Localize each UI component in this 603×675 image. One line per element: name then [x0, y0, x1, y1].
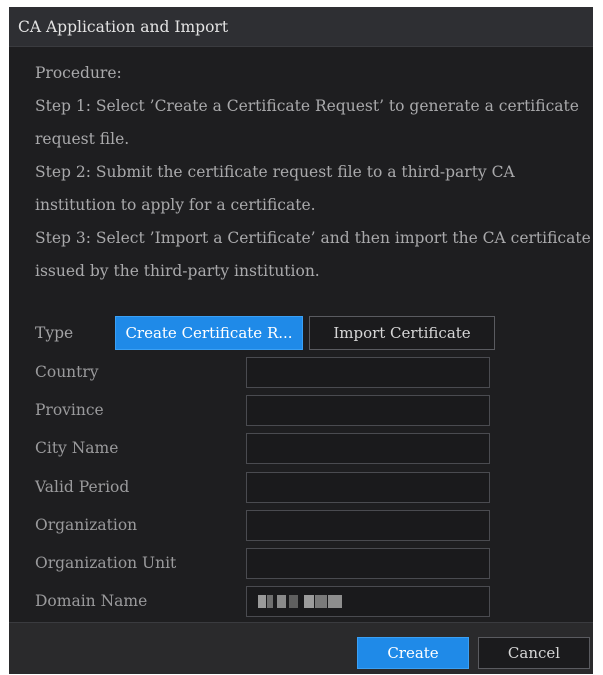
- dialog-title: CA Application and Import: [18, 17, 229, 36]
- country-label: Country: [35, 363, 99, 381]
- procedure-line: request file.: [35, 130, 130, 148]
- domain-name-row: Domain Name: [35, 586, 495, 617]
- organization-unit-row: Organization Unit: [35, 548, 495, 579]
- organization-row: Organization: [35, 510, 495, 541]
- organization-input[interactable]: [246, 510, 490, 541]
- province-input[interactable]: [246, 395, 490, 426]
- province-label: Province: [35, 401, 104, 419]
- domain-name-input[interactable]: [246, 586, 490, 617]
- procedure-text: Procedure: Step 1: Select ’Create a Cert…: [35, 57, 591, 288]
- procedure-line: Step 3: Select ’Import a Certificate’ an…: [35, 229, 591, 247]
- organization-unit-input[interactable]: [246, 548, 490, 579]
- dialog-titlebar: CA Application and Import: [9, 7, 593, 47]
- valid-period-row: Valid Period: [35, 472, 495, 503]
- procedure-line: Step 1: Select ’Create a Certificate Req…: [35, 97, 579, 115]
- create-certificate-request-tab[interactable]: Create Certificate R...: [115, 316, 303, 350]
- cancel-button[interactable]: Cancel: [478, 637, 590, 669]
- procedure-line: issued by the third-party institution.: [35, 262, 320, 280]
- dialog-footer: Create Cancel: [9, 622, 593, 674]
- import-certificate-tab[interactable]: Import Certificate: [309, 316, 495, 350]
- type-label: Type: [35, 324, 74, 342]
- province-row: Province: [35, 395, 495, 426]
- domain-name-label: Domain Name: [35, 592, 148, 610]
- ca-application-dialog: CA Application and Import Procedure: Ste…: [9, 7, 593, 674]
- procedure-heading: Procedure:: [35, 64, 122, 82]
- procedure-line: institution to apply for a certificate.: [35, 196, 316, 214]
- country-input[interactable]: [246, 357, 490, 388]
- procedure-line: Step 2: Submit the certificate request f…: [35, 163, 515, 181]
- type-selector: Type Create Certificate R... Import Cert…: [35, 316, 585, 350]
- country-row: Country: [35, 357, 495, 388]
- valid-period-input[interactable]: [246, 472, 490, 503]
- organization-label: Organization: [35, 516, 138, 534]
- valid-period-label: Valid Period: [35, 478, 130, 496]
- organization-unit-label: Organization Unit: [35, 554, 177, 572]
- city-name-input[interactable]: [246, 433, 490, 464]
- city-name-row: City Name: [35, 433, 495, 464]
- create-button[interactable]: Create: [357, 637, 469, 669]
- city-name-label: City Name: [35, 439, 119, 457]
